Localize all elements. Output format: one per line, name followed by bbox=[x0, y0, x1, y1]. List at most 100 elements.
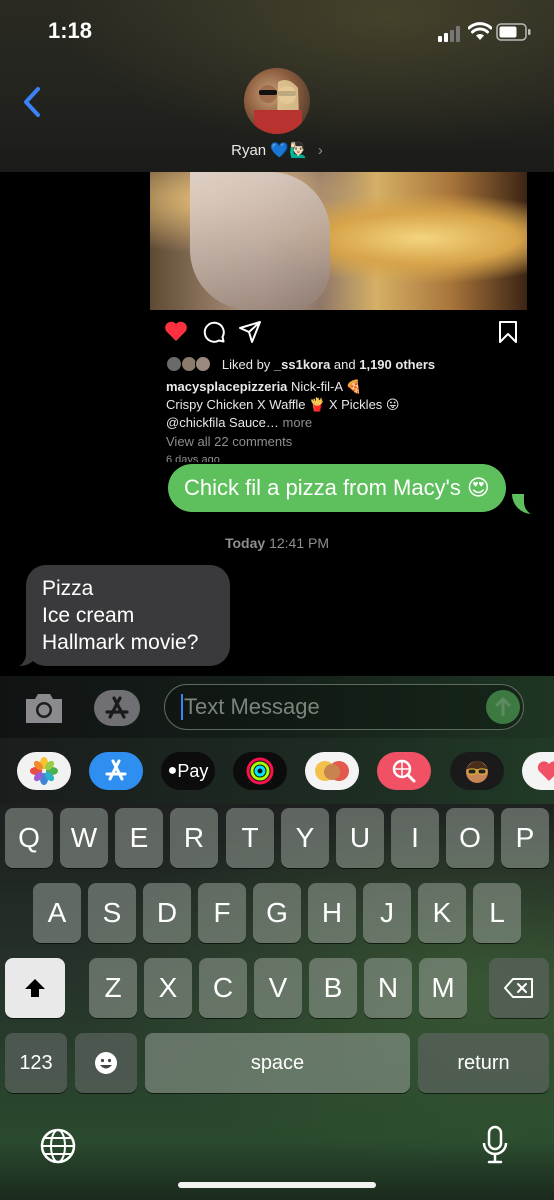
globe-icon[interactable] bbox=[38, 1126, 78, 1166]
caption-line-2: Crispy Chicken X Waffle 🍟 X Pickles 😛 bbox=[166, 397, 400, 412]
key-o[interactable]: O bbox=[446, 808, 494, 868]
bookmark-icon[interactable] bbox=[498, 320, 518, 344]
shift-arrow-icon bbox=[25, 979, 45, 997]
digital-touch-button[interactable] bbox=[522, 752, 554, 790]
wifi-icon bbox=[468, 22, 492, 40]
back-chevron-icon[interactable] bbox=[18, 84, 48, 120]
key-n[interactable]: N bbox=[364, 958, 412, 1018]
key-w[interactable]: W bbox=[60, 808, 108, 868]
contact-emoji: 💙🙋🏻‍♂️ bbox=[270, 142, 308, 159]
key-g[interactable]: G bbox=[253, 883, 301, 943]
likes-user: _ss1kora bbox=[273, 357, 331, 372]
comment-icon[interactable] bbox=[202, 320, 226, 344]
memoji-button[interactable] bbox=[450, 752, 504, 790]
home-indicator[interactable] bbox=[178, 1182, 376, 1188]
likes-prefix: Liked by bbox=[221, 357, 274, 372]
key-l[interactable]: L bbox=[473, 883, 521, 943]
space-key[interactable]: space bbox=[145, 1033, 410, 1093]
key-a[interactable]: A bbox=[33, 883, 81, 943]
key-r[interactable]: R bbox=[170, 808, 218, 868]
emoji-smiley-icon bbox=[95, 1052, 117, 1074]
delete-key[interactable] bbox=[489, 958, 549, 1018]
liker-avatar bbox=[195, 356, 212, 372]
chevron-right-icon: › bbox=[317, 142, 323, 159]
message-timestamp: Today 12:41 PM bbox=[0, 535, 554, 551]
return-key[interactable]: return bbox=[418, 1033, 549, 1093]
numbers-key[interactable]: 123 bbox=[5, 1033, 67, 1093]
camera-icon[interactable] bbox=[22, 690, 66, 726]
contact-avatar[interactable] bbox=[244, 68, 310, 134]
view-comments-link[interactable]: View all 22 comments bbox=[166, 434, 292, 449]
caption-username[interactable]: macysplacepizzeria bbox=[166, 379, 287, 394]
backspace-icon bbox=[504, 978, 533, 998]
status-time: 1:18 bbox=[48, 18, 93, 43]
arrow-up-icon bbox=[495, 697, 511, 717]
likes-and: and bbox=[330, 357, 360, 372]
web-images-button[interactable] bbox=[377, 752, 431, 790]
digital-touch-heart-icon bbox=[537, 761, 554, 781]
memoji-stickers-button[interactable] bbox=[305, 752, 359, 790]
key-v[interactable]: V bbox=[254, 958, 302, 1018]
timestamp-time: 12:41 PM bbox=[265, 535, 330, 551]
received-line: Pizza bbox=[42, 577, 94, 600]
key-e[interactable]: E bbox=[115, 808, 163, 868]
sent-message-bubble[interactable]: Chick fil a pizza from Macy's 😍 bbox=[168, 464, 506, 512]
key-i[interactable]: I bbox=[391, 808, 439, 868]
key-c[interactable]: C bbox=[199, 958, 247, 1018]
timestamp-day: Today bbox=[224, 535, 266, 551]
photos-icon bbox=[30, 757, 58, 785]
key-k[interactable]: K bbox=[418, 883, 466, 943]
microphone-icon[interactable] bbox=[480, 1124, 510, 1166]
apple-logo-icon: ● bbox=[167, 762, 178, 779]
caption-line-1: Nick-fil-A 🍕 bbox=[287, 379, 363, 394]
avatar-photo-icon bbox=[254, 80, 302, 134]
key-h[interactable]: H bbox=[308, 883, 356, 943]
received-line: Ice cream bbox=[42, 604, 135, 627]
key-y[interactable]: Y bbox=[281, 808, 329, 868]
caption-line-3: @chickfila Sauce… bbox=[166, 415, 279, 430]
key-f[interactable]: F bbox=[198, 883, 246, 943]
send-button[interactable] bbox=[486, 690, 520, 724]
received-line: Hallmark movie? bbox=[42, 631, 199, 654]
post-action-bar bbox=[164, 320, 524, 346]
key-t[interactable]: T bbox=[226, 808, 274, 868]
emoji-key[interactable] bbox=[75, 1033, 137, 1093]
key-b[interactable]: B bbox=[309, 958, 357, 1018]
key-s[interactable]: S bbox=[88, 883, 136, 943]
photos-app-button[interactable] bbox=[17, 752, 71, 790]
battery-icon bbox=[496, 23, 531, 41]
shift-key[interactable] bbox=[5, 958, 65, 1018]
key-x[interactable]: X bbox=[144, 958, 192, 1018]
memoji-stickers-icon bbox=[315, 761, 349, 781]
activity-rings-icon bbox=[246, 757, 274, 785]
liker-avatar bbox=[166, 356, 182, 372]
key-p[interactable]: P bbox=[501, 808, 549, 868]
contact-name: Ryan bbox=[231, 142, 267, 159]
key-z[interactable]: Z bbox=[89, 958, 137, 1018]
heart-icon[interactable] bbox=[164, 320, 188, 342]
message-placeholder: Text Message bbox=[184, 694, 320, 719]
text-cursor bbox=[181, 694, 183, 720]
apple-pay-button[interactable]: ● Pay bbox=[161, 752, 215, 790]
app-store-icon bbox=[105, 759, 127, 781]
post-caption: macysplacepizzeria Nick-fil-A 🍕 Crispy C… bbox=[166, 378, 496, 432]
share-send-icon[interactable] bbox=[238, 320, 262, 344]
liker-avatar bbox=[180, 356, 197, 372]
app-store-button[interactable] bbox=[94, 690, 140, 726]
memoji-face-icon bbox=[466, 761, 488, 783]
key-j[interactable]: J bbox=[363, 883, 411, 943]
post-likes[interactable]: Liked by _ss1kora and 1,190 others bbox=[166, 356, 435, 372]
key-d[interactable]: D bbox=[143, 883, 191, 943]
received-message-bubble[interactable]: Pizza Ice cream Hallmark movie? bbox=[26, 565, 230, 666]
key-u[interactable]: U bbox=[336, 808, 384, 868]
caption-more-link[interactable]: more bbox=[279, 415, 313, 430]
app-store-app-button[interactable] bbox=[89, 752, 143, 790]
activity-app-button[interactable] bbox=[233, 752, 287, 790]
globe-search-icon bbox=[392, 759, 416, 783]
post-photo-glove bbox=[190, 172, 330, 310]
contact-name-row[interactable]: Ryan 💙🙋🏻‍♂️ › bbox=[0, 141, 554, 159]
key-m[interactable]: M bbox=[419, 958, 467, 1018]
apple-pay-label: Pay bbox=[177, 760, 209, 781]
key-q[interactable]: Q bbox=[5, 808, 53, 868]
cellular-signal-icon bbox=[438, 26, 460, 42]
